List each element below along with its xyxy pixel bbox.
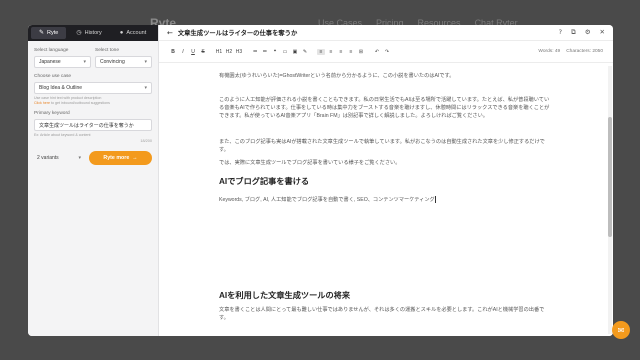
keyword-counter: 18/200 — [140, 139, 152, 143]
underline-button[interactable]: U — [189, 49, 197, 55]
word-count: Words: 49 — [538, 49, 561, 54]
close-icon[interactable]: ✕ — [600, 28, 605, 37]
edit-icon: ✎ — [39, 30, 45, 36]
quote-button[interactable]: ❝ — [271, 49, 279, 55]
section-heading: AIでブログ記事を書ける — [219, 177, 310, 186]
paragraph: 文章を書くことは人間にとって最も難しい仕事ではありませんが、それは多くの運搬とス… — [219, 307, 545, 321]
tab-label: Account — [126, 30, 147, 36]
tone-label: Select tone — [95, 48, 120, 53]
keywords-text: Keywords, ブログ, AI, 人工知能でブログ記事を自動で書く, SEO… — [219, 197, 435, 203]
redo-button[interactable]: ↷ — [383, 49, 391, 55]
keyword-label: Primary keyword — [34, 111, 70, 116]
language-label: Select language — [34, 48, 69, 53]
use-case-value: Blog Idea & Outline — [39, 85, 83, 91]
language-select[interactable]: Japanese ▾ — [34, 56, 91, 68]
paragraph: このように人工知能が評価される小説を書くこともできます。私の日常生活でもAIは至… — [219, 97, 550, 119]
tab-account[interactable]: ● Account — [112, 27, 155, 39]
editor-content[interactable]: 有機園太(ゆうれいらいた)=GhostWriterという名前から分かるように、こ… — [159, 64, 613, 336]
sidebar-tabs: ✎ Ryte ◷ History ● Account — [28, 25, 158, 41]
h2-button[interactable]: H2 — [225, 49, 233, 55]
arrow-right-icon: → — [132, 155, 138, 161]
hint-text: Use case hint text with product descript… — [34, 96, 102, 100]
write-button[interactable]: Ryte more → — [89, 151, 152, 165]
help-icon[interactable]: ? — [559, 28, 562, 37]
align-right-button[interactable]: ≡ — [337, 49, 345, 55]
section-heading: AIを利用した文章生成ツールの将来 — [219, 291, 351, 300]
chevron-down-icon: ▾ — [144, 85, 147, 91]
highlight-button[interactable]: ✎ — [301, 49, 309, 55]
align-left-button[interactable]: ≡ — [317, 48, 325, 55]
chevron-down-icon: ▾ — [144, 59, 147, 65]
document-stats: Words: 49 Characters: 2050 — [538, 49, 603, 54]
variants-select[interactable]: 2 variants ▾ — [34, 152, 84, 164]
h3-button[interactable]: H3 — [235, 49, 243, 55]
keyword-hint: Ex: Article about keyword & content — [34, 133, 91, 137]
use-case-hint: Use case hint text with product descript… — [34, 96, 152, 106]
app-window: ✎ Ryte ◷ History ● Account Select langua… — [28, 25, 613, 336]
chevron-down-icon: ▾ — [78, 155, 81, 161]
hint-link[interactable]: Click here — [34, 101, 50, 105]
bullet-list-button[interactable]: ≔ — [251, 49, 259, 55]
character-count: Characters: 2050 — [566, 49, 603, 54]
external-link-icon[interactable]: ⧉ — [571, 28, 576, 37]
settings-icon[interactable]: ⚙ — [585, 28, 591, 37]
topbar-actions: ? ⧉ ⚙ ✕ — [559, 28, 605, 37]
paragraph: また、このブログ記事も実はAIが搭載された文章生成ツールで執筆しています。私がお… — [219, 139, 545, 153]
tone-value: Convincing — [100, 59, 125, 65]
tab-label: History — [84, 30, 102, 36]
image-button[interactable]: ▣ — [291, 49, 299, 55]
use-case-label: Choose use case — [34, 74, 72, 79]
use-case-select[interactable]: Blog Idea & Outline ▾ — [34, 82, 152, 94]
editor-topbar: ← 文章生成ツールはライターの仕事を奪うか ? ⧉ ⚙ ✕ — [159, 25, 613, 41]
h1-button[interactable]: H1 — [215, 49, 223, 55]
undo-button[interactable]: ↶ — [373, 49, 381, 55]
italic-button[interactable]: I — [179, 49, 187, 55]
tab-history[interactable]: ◷ History — [68, 27, 109, 39]
table-button[interactable]: ⊞ — [357, 49, 365, 55]
clock-icon: ◷ — [76, 30, 82, 36]
document-title: 文章生成ツールはライターの仕事を奪うか — [177, 30, 298, 37]
sidebar: ✎ Ryte ◷ History ● Account Select langua… — [28, 25, 159, 336]
hint-text: to get inbound/outbound suggestions — [50, 101, 110, 105]
chat-widget-button[interactable]: ✉ — [612, 321, 630, 339]
strike-button[interactable]: S — [199, 49, 207, 55]
keyword-input[interactable]: 文章生成ツールはライターの仕事を奪うか — [34, 119, 152, 131]
tab-label: Ryte — [47, 30, 59, 36]
text-cursor — [434, 196, 436, 204]
chevron-down-icon: ▾ — [83, 59, 86, 65]
formatting-toolbar: B I U S H1 H2 H3 ≔ ≕ ❝ ▭ ▣ ✎ ≡ ≡ ≡ ≡ ⊞ ↶… — [159, 41, 613, 63]
write-button-label: Ryte more — [103, 155, 130, 161]
align-center-button[interactable]: ≡ — [327, 49, 335, 55]
variants-value: 2 variants — [37, 155, 59, 161]
user-icon: ● — [119, 30, 124, 36]
editor-panel: ← 文章生成ツールはライターの仕事を奪うか ? ⧉ ⚙ ✕ B I U S H1… — [159, 25, 613, 336]
bold-button[interactable]: B — [169, 49, 177, 55]
tab-ryte[interactable]: ✎ Ryte — [31, 27, 67, 39]
code-button[interactable]: ▭ — [281, 49, 289, 55]
paragraph: では、実際に文章生成ツールでブログ記事を書いている様子をご覧ください。 — [219, 160, 401, 166]
tone-select[interactable]: Convincing ▾ — [95, 56, 152, 68]
keywords-line: Keywords, ブログ, AI, 人工知能でブログ記事を自動で書く, SEO… — [219, 196, 559, 204]
language-value: Japanese — [39, 59, 61, 65]
sidebar-form: Select language Japanese ▾ Select tone C… — [28, 41, 158, 169]
scrollbar-thumb[interactable] — [608, 117, 612, 237]
back-arrow-icon[interactable]: ← — [167, 29, 173, 37]
numbered-list-button[interactable]: ≕ — [261, 49, 269, 55]
align-justify-button[interactable]: ≡ — [347, 49, 355, 55]
paragraph: 有機園太(ゆうれいらいた)=GhostWriterという名前から分かるように、こ… — [219, 73, 455, 79]
chat-icon: ✉ — [617, 325, 625, 335]
